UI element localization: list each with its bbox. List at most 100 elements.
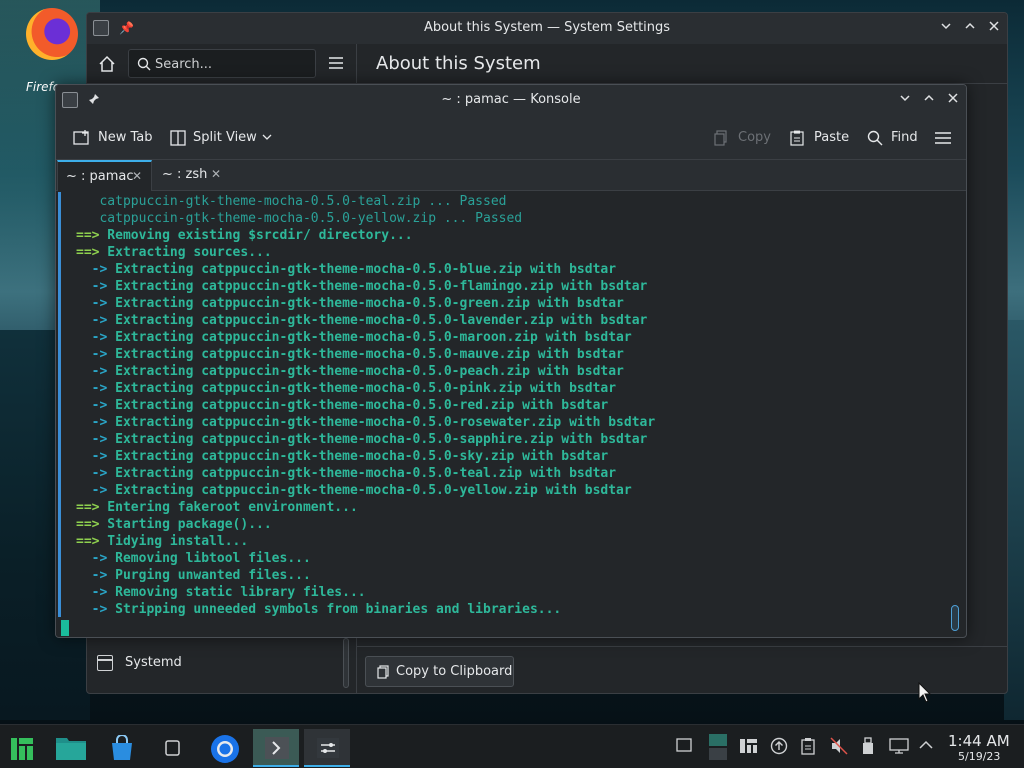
terminal-line: -> Extracting catppuccin-gtk-theme-mocha… — [76, 312, 655, 329]
konsole-window-title: ~ : pamac — Konsole — [441, 92, 581, 107]
usb-device-icon[interactable] — [860, 737, 878, 755]
terminal-line: -> Extracting catppuccin-gtk-theme-mocha… — [76, 380, 655, 397]
clock-time[interactable]: 1:44 AM — [948, 732, 1010, 750]
terminal-line-prefix: -> — [76, 449, 108, 464]
close-tab-icon[interactable]: ✕ — [211, 167, 221, 181]
terminal-line-text: Removing libtool files... — [107, 551, 311, 566]
clock-date[interactable]: 5/19/23 — [958, 750, 1000, 763]
terminal-line-text: Extracting catppuccin-gtk-theme-mocha-0.… — [107, 296, 624, 311]
terminal-line-prefix: -> — [76, 415, 108, 430]
terminal-scrollbar[interactable] — [951, 605, 959, 631]
copy-button[interactable]: Copy — [714, 127, 772, 149]
find-button[interactable]: Find — [867, 127, 919, 149]
terminal-line: -> Extracting catppuccin-gtk-theme-mocha… — [76, 346, 655, 363]
terminal-line: -> Extracting catppuccin-gtk-theme-mocha… — [76, 295, 655, 312]
volume-muted-icon[interactable] — [830, 737, 848, 755]
taskbar-file-manager[interactable] — [48, 729, 94, 767]
terminal-line-text: Extracting catppuccin-gtk-theme-mocha-0.… — [107, 330, 632, 345]
terminal-line-prefix: -> — [76, 330, 108, 345]
network-icon[interactable] — [889, 737, 909, 755]
copy-to-clipboard-button[interactable]: Copy to Clipboard — [365, 656, 514, 687]
sidebar-item-systemd[interactable]: Systemd — [95, 651, 335, 675]
terminal-output[interactable]: catppuccin-gtk-theme-mocha-0.5.0-teal.zi… — [56, 192, 946, 637]
manjaro-icon — [11, 738, 33, 760]
page-title: About this System — [376, 53, 541, 74]
terminal-line: ==> Tidying install... — [76, 533, 655, 550]
tab-pamac[interactable]: ~ : pamac ✕ — [57, 160, 152, 191]
search-icon — [137, 57, 151, 71]
terminal-line-prefix: -> — [76, 347, 108, 362]
show-desktop-icon[interactable] — [676, 737, 694, 755]
terminal-icon — [265, 737, 289, 759]
hamburger-menu-button[interactable] — [934, 127, 954, 149]
terminal-line-text: Tidying install... — [99, 534, 249, 549]
sidebar-item-label: Systemd — [125, 655, 182, 670]
taskbar-konsole[interactable] — [253, 729, 299, 767]
terminal-line-text: Extracting catppuccin-gtk-theme-mocha-0.… — [107, 432, 648, 447]
new-tab-icon — [73, 130, 89, 145]
tab-label: ~ : zsh — [162, 167, 208, 182]
minimize-button[interactable] — [938, 20, 954, 36]
terminal-line-text: Extracting catppuccin-gtk-theme-mocha-0.… — [107, 279, 648, 294]
terminal-line-prefix: -> — [76, 483, 108, 498]
close-button[interactable] — [986, 20, 1002, 36]
hamburger-icon — [329, 57, 343, 69]
paste-button[interactable]: Paste — [790, 127, 850, 149]
terminal-line: -> Extracting catppuccin-gtk-theme-mocha… — [76, 363, 655, 380]
terminal-line-text: Extracting catppuccin-gtk-theme-mocha-0.… — [107, 466, 617, 481]
search-icon — [867, 130, 883, 146]
updates-icon[interactable] — [770, 737, 788, 755]
close-tab-icon[interactable]: ✕ — [132, 169, 142, 183]
taskbar-software-store[interactable] — [98, 729, 144, 767]
settings-window-title: About this System — System Settings — [423, 20, 671, 35]
sidebar-scrollbar[interactable] — [343, 638, 349, 688]
terminal-line: -> Removing static library files... — [76, 584, 655, 601]
terminal-line-prefix: -> — [76, 602, 108, 617]
taskbar: 1:44 AM 5/19/23 — [0, 724, 1024, 768]
terminal-line-prefix: -> — [76, 381, 108, 396]
new-tab-button[interactable]: New Tab — [73, 127, 159, 149]
copy-icon — [714, 130, 727, 146]
pager-icon[interactable] — [708, 733, 728, 761]
terminal-line: -> Extracting catppuccin-gtk-theme-mocha… — [76, 278, 655, 295]
home-icon — [99, 55, 115, 72]
taskbar-chromium[interactable] — [201, 729, 247, 767]
terminal-line: ==> Removing existing $srcdir/ directory… — [76, 227, 655, 244]
package-manager-icon[interactable] — [739, 737, 757, 755]
maximize-button[interactable] — [962, 20, 978, 36]
terminal-line-text: Removing existing $srcdir/ directory... — [99, 228, 413, 243]
home-button[interactable] — [97, 54, 119, 76]
terminal-line-text: Extracting catppuccin-gtk-theme-mocha-0.… — [107, 313, 648, 328]
terminal-line: -> Extracting catppuccin-gtk-theme-mocha… — [76, 482, 655, 499]
terminal-line-text: Starting package()... — [99, 517, 272, 532]
settings-search[interactable] — [128, 49, 316, 78]
firefox-icon — [26, 8, 78, 60]
terminal-line-prefix: ==> — [76, 245, 100, 260]
terminal-line-text: Extracting catppuccin-gtk-theme-mocha-0.… — [107, 449, 609, 464]
terminal-line-prefix: -> — [76, 432, 108, 447]
new-tab-label: New Tab — [98, 130, 153, 145]
chevron-up-icon[interactable] — [918, 737, 936, 755]
tab-zsh[interactable]: ~ : zsh ✕ — [154, 160, 234, 191]
maximize-button[interactable] — [921, 92, 937, 108]
close-button[interactable] — [945, 92, 961, 108]
terminal-line-text: Stripping unneeded symbols from binaries… — [107, 602, 562, 617]
terminal-line-text: catppuccin-gtk-theme-mocha-0.5.0-yellow.… — [76, 211, 523, 226]
clipboard-icon[interactable] — [800, 737, 818, 755]
search-input[interactable] — [155, 54, 305, 74]
split-view-button[interactable]: Split View — [170, 127, 276, 149]
paste-label: Paste — [814, 130, 850, 145]
settings-titlebar: 📌 About this System — System Settings — [87, 13, 1007, 44]
minimize-button[interactable] — [897, 92, 913, 108]
split-view-icon — [170, 130, 186, 146]
taskbar-system-settings[interactable] — [304, 729, 350, 767]
systemd-icon — [97, 655, 113, 671]
terminal-line: -> Extracting catppuccin-gtk-theme-mocha… — [76, 397, 655, 414]
hamburger-menu-button[interactable] — [327, 54, 347, 74]
terminal-line-text: Extracting catppuccin-gtk-theme-mocha-0.… — [107, 483, 632, 498]
chevron-down-icon — [262, 134, 272, 140]
taskbar-notes[interactable] — [150, 729, 196, 767]
terminal-line: catppuccin-gtk-theme-mocha-0.5.0-yellow.… — [76, 210, 655, 227]
paste-icon — [790, 130, 804, 146]
taskbar-app-launcher[interactable] — [0, 729, 46, 767]
